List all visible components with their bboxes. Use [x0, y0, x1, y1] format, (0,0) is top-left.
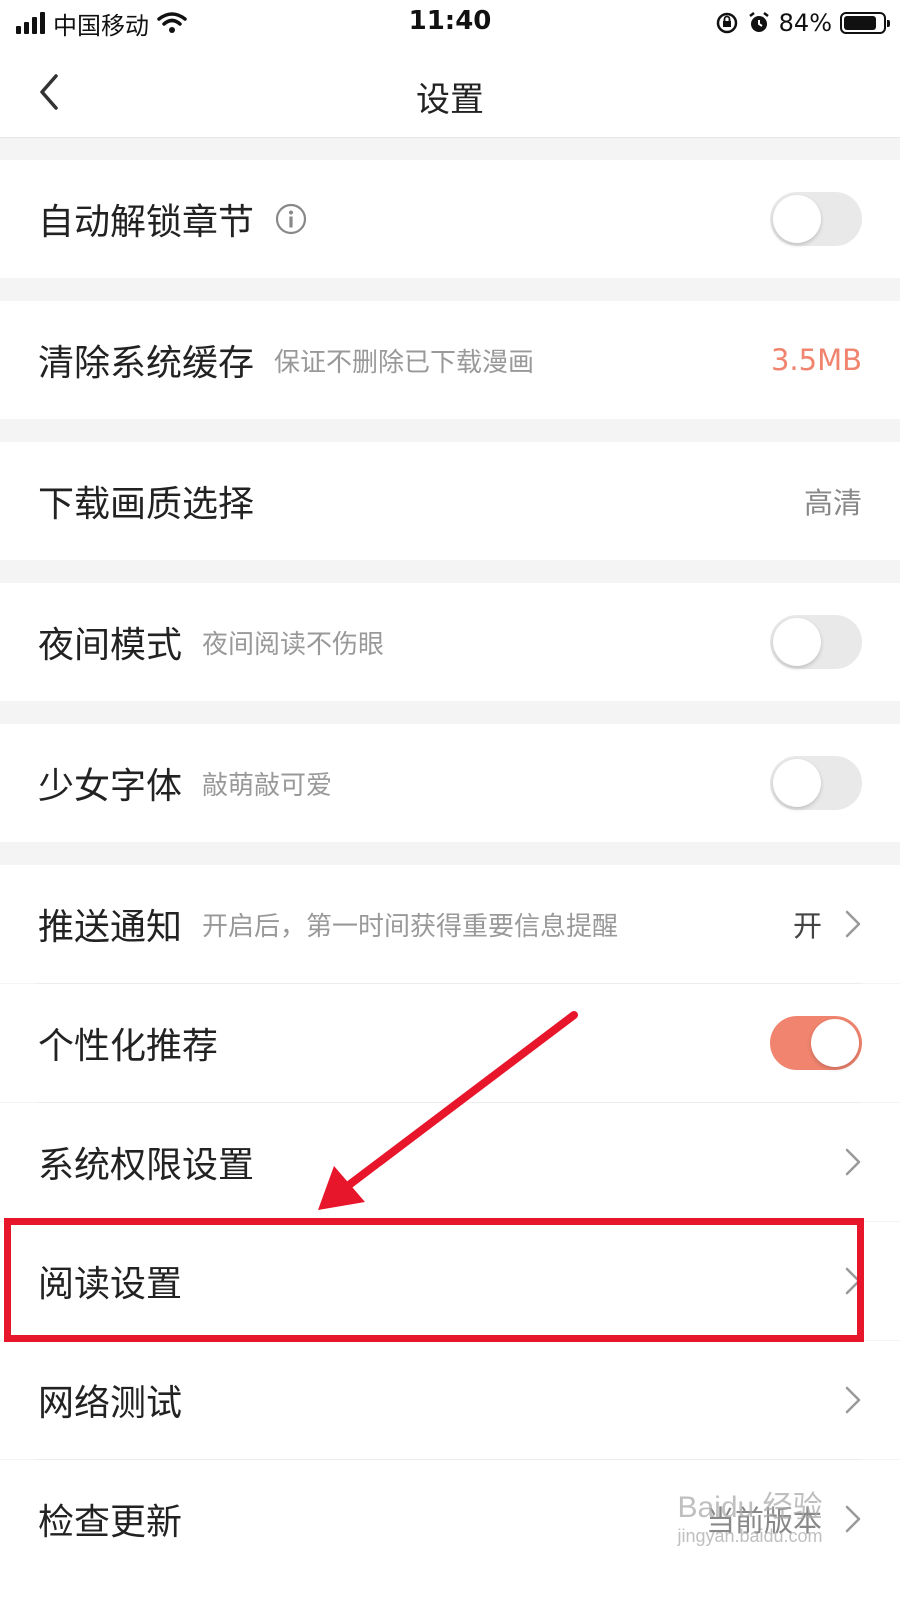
setting-description: 开启后，第一时间获得重要信息提醒 — [202, 911, 619, 942]
chevron-right-icon — [845, 1386, 861, 1414]
setting-check-update[interactable]: 检查更新 当前版本 — [0, 1460, 900, 1600]
setting-label: 自动解锁章节 — [38, 202, 255, 243]
setting-reading[interactable]: 阅读设置 — [0, 1222, 900, 1340]
setting-description: 夜间阅读不伤眼 — [202, 629, 385, 660]
setting-label: 下载画质选择 — [38, 484, 255, 525]
setting-label: 少女字体 — [38, 766, 183, 807]
setting-network-test[interactable]: 网络测试 — [0, 1341, 900, 1459]
setting-label: 检查更新 — [38, 1502, 183, 1543]
setting-label: 个性化推荐 — [38, 1026, 219, 1067]
nav-bar: 设置 — [0, 46, 900, 138]
setting-label: 清除系统缓存 — [38, 343, 255, 384]
setting-label: 推送通知 — [38, 907, 183, 948]
status-bar: 中国移动 11:40 84% — [0, 0, 900, 46]
setting-download-quality[interactable]: 下载画质选择 高清 — [0, 442, 900, 560]
setting-night-mode: 夜间模式 夜间阅读不伤眼 — [0, 583, 900, 701]
battery-percent: 84% — [778, 9, 832, 37]
page-title: 设置 — [416, 80, 484, 120]
cache-size: 3.5MB — [770, 343, 862, 377]
setting-label: 网络测试 — [38, 1383, 183, 1424]
rotation-lock-icon — [716, 12, 737, 34]
setting-label: 系统权限设置 — [38, 1145, 255, 1186]
night-mode-toggle[interactable] — [770, 615, 862, 669]
girl-font-toggle[interactable] — [770, 756, 862, 810]
setting-clear-cache[interactable]: 清除系统缓存 保证不删除已下载漫画 3.5MB — [0, 301, 900, 419]
chevron-right-icon — [845, 1267, 861, 1295]
setting-permissions[interactable]: 系统权限设置 — [0, 1103, 900, 1221]
chevron-right-icon — [845, 1505, 861, 1533]
info-icon[interactable] — [274, 202, 308, 236]
auto-unlock-toggle[interactable] — [770, 192, 862, 246]
alarm-icon — [748, 12, 769, 32]
setting-description: 保证不删除已下载漫画 — [274, 347, 535, 378]
setting-description: 敲萌敲可爱 — [202, 770, 333, 801]
setting-label: 阅读设置 — [38, 1264, 183, 1305]
battery-icon — [840, 12, 890, 34]
setting-auto-unlock: 自动解锁章节 — [0, 160, 900, 278]
setting-label: 夜间模式 — [38, 625, 183, 666]
version-value: 当前版本 — [705, 1504, 822, 1538]
setting-personalized: 个性化推荐 — [0, 984, 900, 1102]
setting-push-notify[interactable]: 推送通知 开启后，第一时间获得重要信息提醒 开 — [0, 865, 900, 983]
chevron-right-icon — [845, 1148, 861, 1176]
quality-value: 高清 — [803, 486, 862, 520]
setting-girl-font: 少女字体 敲萌敲可爱 — [0, 724, 900, 842]
chevron-right-icon — [845, 910, 861, 938]
push-status: 开 — [792, 909, 822, 943]
personalized-toggle[interactable] — [770, 1016, 862, 1070]
